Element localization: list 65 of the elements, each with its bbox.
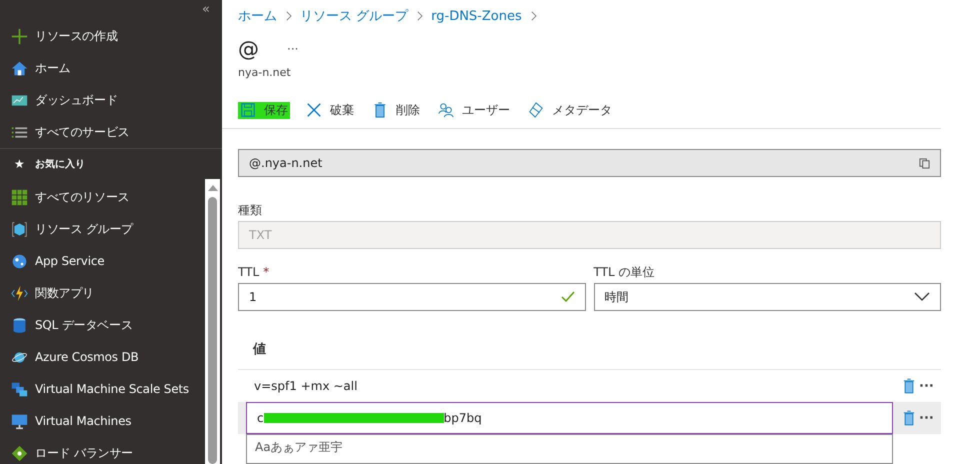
ttl-field[interactable]: 1 (238, 283, 586, 311)
section-title: お気に入り (34, 158, 85, 171)
value-cell-text: v=spf1 +mx ~all (253, 379, 358, 393)
nav-item[interactable]: Azure Cosmos DB (0, 341, 205, 373)
sql-icon (11, 316, 28, 334)
bolt-icon (11, 284, 28, 302)
home-icon (11, 60, 28, 76)
nav-item[interactable]: SQL データベース (0, 309, 205, 341)
save-icon (240, 102, 256, 118)
new-value-field[interactable]: Aaあぁアァ亜宇 (246, 434, 893, 464)
globe-icon (11, 252, 28, 270)
cube-icon (11, 220, 28, 238)
nav-item[interactable]: App Service (0, 245, 205, 277)
grid-icon (11, 188, 28, 206)
monitor-icon (11, 412, 28, 430)
more-button[interactable]: ··· (287, 42, 298, 56)
nav-item[interactable]: リソースの作成 (0, 20, 222, 52)
nav-item[interactable]: リソース グループ (0, 213, 205, 245)
tag-icon (528, 102, 544, 118)
nav-item[interactable]: ダッシュボード (0, 84, 222, 116)
scrollbar[interactable] (205, 179, 220, 464)
users-icon (438, 102, 454, 118)
breadcrumb-link[interactable]: リソース グループ (300, 7, 408, 25)
diamond-icon (11, 444, 28, 462)
star-icon: ★ (14, 157, 25, 171)
page-subtitle: nya-n.net (238, 66, 292, 81)
toolbar-button[interactable]: 保存 (238, 102, 290, 118)
chevron-down-icon (914, 292, 930, 302)
value-text: bp7bq (444, 411, 482, 425)
more-button[interactable]: ··· (919, 410, 941, 426)
ttl-unit-dropdown[interactable]: 時間 (594, 283, 941, 311)
chevron-icon (285, 11, 292, 21)
nav-item[interactable]: Virtual Machine Scale Sets (0, 373, 205, 405)
chevron-icon (530, 11, 537, 21)
required-mark: * (263, 265, 270, 279)
nav-item[interactable]: Virtual Machines (0, 405, 205, 437)
nav-item[interactable]: ホーム (0, 52, 222, 84)
breadcrumb-link[interactable]: ホーム (238, 7, 277, 25)
name-field[interactable]: @.nya-n.net (238, 149, 941, 177)
toolbar-button[interactable]: ユーザー (436, 102, 512, 118)
field-label: TTL (238, 265, 260, 279)
collapse-button[interactable]: « (202, 2, 210, 20)
field-label: 種類 (238, 202, 263, 218)
toolbar-button[interactable]: 削除 (370, 102, 422, 118)
plus-icon (11, 28, 28, 44)
page-title: @ (238, 37, 259, 61)
toolbar-button[interactable]: 破棄 (304, 102, 356, 118)
type-field: TXT (238, 221, 941, 249)
chevron-icon (416, 11, 424, 21)
nav-item[interactable]: すべてのリソース (0, 181, 205, 213)
copy-icon[interactable] (919, 158, 930, 168)
delete-icon[interactable] (903, 410, 915, 426)
close-icon (306, 102, 322, 118)
value-text: c (257, 411, 264, 425)
column-header: 値 (238, 329, 941, 370)
nav-item[interactable]: すべてのサービス (0, 116, 222, 148)
nav-item[interactable]: 関数アプリ (0, 277, 205, 309)
breadcrumb-link[interactable]: rg-DNS-Zones (431, 8, 522, 24)
value-input[interactable]: c bp7bq (246, 402, 893, 434)
delete-icon[interactable] (903, 378, 915, 394)
more-button[interactable]: ··· (919, 378, 941, 394)
field-label: TTL の単位 (594, 264, 656, 280)
nav-item[interactable]: ロード バランサー (0, 437, 205, 464)
toolbar-button[interactable]: メタデータ (526, 102, 614, 118)
trash-icon (372, 102, 388, 118)
